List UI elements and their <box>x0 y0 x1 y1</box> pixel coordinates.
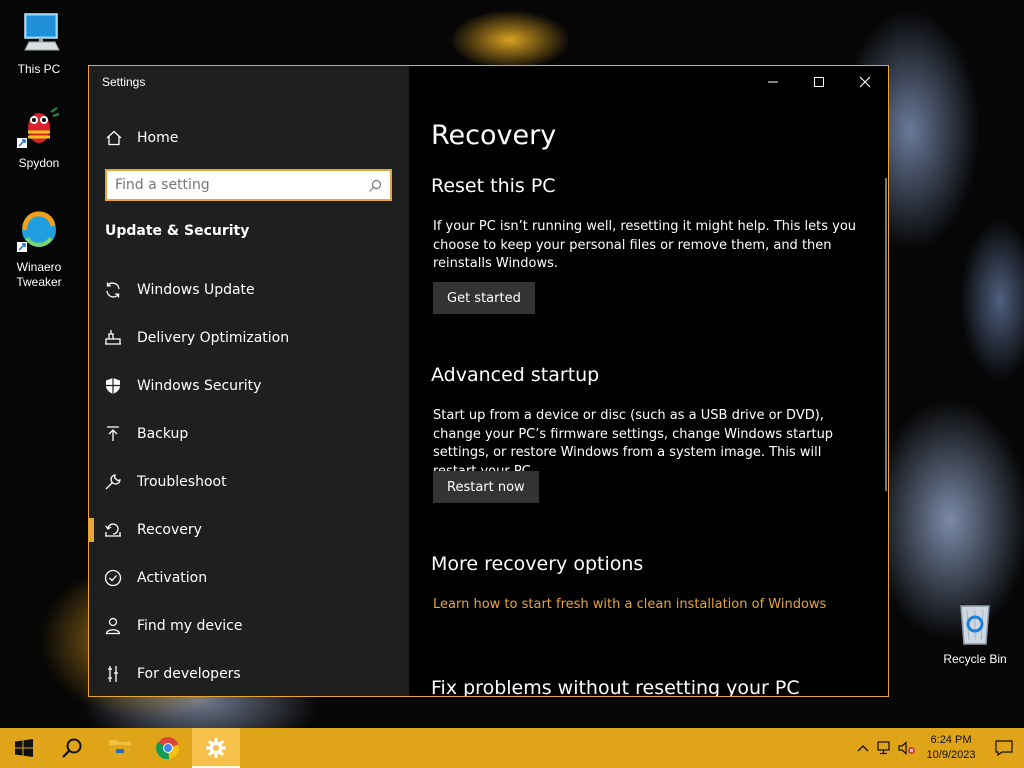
maximize-icon <box>814 77 824 87</box>
show-hidden-icons-button[interactable] <box>852 728 874 768</box>
more-recovery-heading: More recovery options <box>431 553 644 575</box>
refresh-icon <box>103 280 123 300</box>
recycle-bin-icon <box>951 600 999 648</box>
desktop-icon-this-pc[interactable]: This PC <box>4 10 74 77</box>
developer-tools-icon <box>103 664 123 684</box>
chrome-icon <box>156 737 180 760</box>
desktop-icon-spydon[interactable]: Spydon <box>4 104 74 171</box>
section-title: Update & Security <box>105 223 250 239</box>
volume-muted-icon <box>898 741 915 755</box>
recovery-icon <box>103 520 123 540</box>
content-scrollbar[interactable] <box>885 178 887 491</box>
system-tray: 6:24 PM 10/9/2023 <box>852 728 1024 768</box>
desktop-icon-label: This PC <box>17 62 61 76</box>
window-controls <box>750 66 888 98</box>
chevron-up-icon <box>857 745 869 752</box>
backup-arrow-icon <box>103 424 123 444</box>
clock[interactable]: 6:24 PM 10/9/2023 <box>918 733 984 763</box>
sidebar-item-label: Recovery <box>137 522 202 538</box>
taskbar-settings[interactable] <box>192 728 240 768</box>
sidebar-item-label: Windows Security <box>137 378 262 394</box>
network-icon <box>877 741 890 755</box>
sidebar-nav: Windows Update Delivery Optimization Win… <box>89 266 409 696</box>
sidebar: Settings Home Update & Security Windows … <box>89 66 409 696</box>
sidebar-item-label: Find my device <box>137 618 243 634</box>
sidebar-item-activation[interactable]: Activation <box>89 554 409 602</box>
computer-icon <box>15 10 63 58</box>
window-title: Settings <box>102 75 146 89</box>
search-icon[interactable] <box>368 178 382 192</box>
spydon-icon <box>15 104 63 152</box>
close-icon <box>859 76 871 88</box>
action-center-button[interactable] <box>984 728 1024 768</box>
network-button[interactable] <box>874 728 896 768</box>
reset-heading: Reset this PC <box>431 175 556 197</box>
search-input[interactable] <box>115 177 368 193</box>
page-title: Recovery <box>431 120 557 151</box>
reset-description: If your PC isn’t running well, resetting… <box>433 219 857 271</box>
desktop-icon-label: Recycle Bin <box>943 652 1007 666</box>
notification-icon <box>995 740 1013 756</box>
sidebar-item-troubleshoot[interactable]: Troubleshoot <box>89 458 409 506</box>
restart-now-button[interactable]: Restart now <box>433 471 539 503</box>
volume-button[interactable] <box>896 728 918 768</box>
delivery-optimization-icon <box>103 328 123 348</box>
sidebar-item-delivery-optimization[interactable]: Delivery Optimization <box>89 314 409 362</box>
desktop-icon-label: Winaero Tweaker <box>16 260 62 289</box>
search-box[interactable] <box>105 169 392 201</box>
shield-icon <box>103 376 123 396</box>
person-location-icon <box>103 616 123 636</box>
sidebar-item-windows-security[interactable]: Windows Security <box>89 362 409 410</box>
sidebar-item-recovery[interactable]: Recovery <box>89 506 409 554</box>
minimize-button[interactable] <box>750 66 796 98</box>
get-started-button[interactable]: Get started <box>433 282 535 314</box>
minimize-icon <box>768 81 778 83</box>
taskbar-chrome[interactable] <box>144 728 192 768</box>
clean-install-link[interactable]: Learn how to start fresh with a clean in… <box>433 597 826 612</box>
wrench-icon <box>103 472 123 492</box>
start-button[interactable] <box>0 728 48 768</box>
sidebar-item-label: Windows Update <box>137 282 255 298</box>
close-button[interactable] <box>842 66 888 98</box>
advanced-startup-description: Start up from a device or disc (such as … <box>433 408 834 479</box>
recovery-page: Recovery Reset this PC If your PC isn’t … <box>409 66 888 697</box>
clock-date: 10/9/2023 <box>926 749 976 761</box>
maximize-button[interactable] <box>796 66 842 98</box>
sidebar-item-label: Troubleshoot <box>137 474 227 490</box>
home-icon <box>105 129 123 147</box>
fix-problems-heading: Fix problems without resetting your PC <box>431 677 800 697</box>
start-icon <box>15 739 33 757</box>
sidebar-item-label: Activation <box>137 570 208 586</box>
sidebar-item-backup[interactable]: Backup <box>89 410 409 458</box>
settings-window: Settings Home Update & Security Windows … <box>88 65 889 697</box>
sidebar-item-for-developers[interactable]: For developers <box>89 650 409 696</box>
home-label: Home <box>137 130 179 146</box>
desktop-icon-winaero-tweaker[interactable]: Winaero Tweaker <box>4 208 74 290</box>
check-circle-icon <box>103 568 123 588</box>
settings-icon <box>206 738 226 758</box>
taskbar-search-button[interactable] <box>48 728 96 768</box>
taskbar: 6:24 PM 10/9/2023 <box>0 728 1024 768</box>
sidebar-item-find-my-device[interactable]: Find my device <box>89 602 409 650</box>
search-icon <box>62 738 82 758</box>
desktop-icon-label: Spydon <box>18 156 60 170</box>
advanced-startup-heading: Advanced startup <box>431 364 600 386</box>
taskbar-file-explorer[interactable] <box>96 728 144 768</box>
sidebar-item-windows-update[interactable]: Windows Update <box>89 266 409 314</box>
home-button[interactable]: Home <box>89 122 409 154</box>
sidebar-item-label: Backup <box>137 426 189 442</box>
sidebar-item-label: Delivery Optimization <box>137 330 290 346</box>
file-explorer-icon <box>109 740 131 757</box>
winaero-tweaker-icon <box>15 208 63 256</box>
desktop-icon-recycle-bin[interactable]: Recycle Bin <box>940 600 1010 667</box>
clock-time: 6:24 PM <box>930 734 972 746</box>
sidebar-item-label: For developers <box>137 666 241 682</box>
